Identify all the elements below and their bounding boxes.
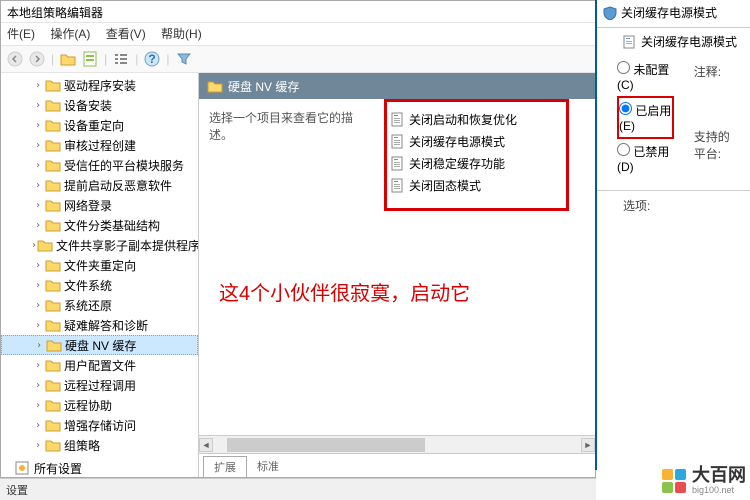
tree-node[interactable]: ›审核过程创建: [1, 135, 198, 155]
tree-node[interactable]: ›设备重定向: [1, 115, 198, 135]
tree-node[interactable]: ›文件系统: [1, 275, 198, 295]
content-tabs: 扩展 标准: [199, 453, 595, 477]
menu-view[interactable]: 查看(V): [106, 27, 146, 41]
radio-option[interactable]: 未配置(C): [617, 57, 678, 96]
doc-icon: [623, 35, 637, 49]
content-description: 选择一个项目来查看它的描述。: [205, 105, 365, 147]
status-bar: 设置: [0, 478, 596, 500]
radio-option[interactable]: 已禁用(D): [617, 139, 678, 178]
logo-text-en: big100.net: [692, 486, 746, 496]
highlighted-items-box: 关闭启动和恢复优化关闭缓存电源模式关闭稳定缓存功能关闭固态模式: [384, 99, 569, 211]
folder-icon[interactable]: [58, 49, 78, 69]
tree-node[interactable]: ›远程过程调用: [1, 375, 198, 395]
logo-squares-icon: [662, 469, 686, 493]
filter-icon[interactable]: [174, 49, 194, 69]
shield-icon: [603, 6, 617, 20]
settings-sheet-icon: [15, 461, 31, 475]
toolbar: | | | ? |: [1, 45, 595, 73]
tree-node[interactable]: ›驱动程序安装: [1, 75, 198, 95]
radio-option[interactable]: 已启用(E): [617, 96, 674, 139]
tree-node[interactable]: ›用户配置文件: [1, 355, 198, 375]
setting-item[interactable]: 关闭启动和恢复优化: [387, 108, 566, 130]
settings-pane: 关闭缓存电源模式 关闭缓存电源模式 未配置(C) 已启用(E) 已禁用(D) 注…: [595, 0, 750, 470]
settings-subtitle: 关闭缓存电源模式: [641, 33, 737, 50]
tree-node[interactable]: ›硬盘 NV 缓存: [1, 335, 198, 355]
window-title: 本地组策略编辑器: [1, 1, 595, 23]
menu-action[interactable]: 操作(A): [50, 27, 90, 41]
tab-extended[interactable]: 扩展: [203, 456, 247, 477]
options-label: 选项:: [597, 197, 750, 214]
settings-options: 未配置(C) 已启用(E) 已禁用(D): [597, 53, 684, 182]
tree-view[interactable]: ›驱动程序安装›设备安装›设备重定向›审核过程创建›受信任的平台模块服务›提前启…: [1, 73, 199, 477]
settings-title: 关闭缓存电源模式: [621, 4, 717, 21]
svg-text:?: ?: [149, 52, 156, 66]
tree-node[interactable]: ›文件夹重定向: [1, 255, 198, 275]
annotation-text: 这4个小伙伴很寂寞，启动它: [219, 277, 470, 306]
site-logo: 大百网 big100.net: [662, 466, 746, 496]
content-header: 硬盘 NV 缓存: [199, 73, 595, 99]
logo-text-cn: 大百网: [692, 466, 746, 486]
tree-node[interactable]: ›组策略: [1, 435, 198, 455]
content-header-title: 硬盘 NV 缓存: [228, 78, 299, 95]
list-icon[interactable]: [111, 49, 131, 69]
tree-node[interactable]: ›文件分类基础结构: [1, 215, 198, 235]
tree-node[interactable]: ›系统还原: [1, 295, 198, 315]
tree-node[interactable]: ›疑难解答和诊断: [1, 315, 198, 335]
tree-node[interactable]: ›提前启动反恶意软件: [1, 175, 198, 195]
tree-node[interactable]: ›文件共享影子副本提供程序: [1, 235, 198, 255]
back-icon[interactable]: [5, 49, 25, 69]
tree-node[interactable]: ›设备安装: [1, 95, 198, 115]
help-icon[interactable]: ?: [142, 49, 162, 69]
tab-standard[interactable]: 标准: [247, 456, 289, 477]
tree-node[interactable]: ›受信任的平台模块服务: [1, 155, 198, 175]
scroll-right-icon[interactable]: ►: [581, 438, 595, 452]
menu-file[interactable]: 件(E): [7, 27, 35, 41]
forward-icon[interactable]: [27, 49, 47, 69]
tree-node[interactable]: ›增强存储访问: [1, 415, 198, 435]
menu-bar: 件(E) 操作(A) 查看(V) 帮助(H): [1, 23, 595, 45]
content-scrollbar[interactable]: ◄ ►: [199, 435, 595, 453]
setting-item[interactable]: 关闭稳定缓存功能: [387, 152, 566, 174]
tree-node[interactable]: ›远程协助: [1, 395, 198, 415]
comment-label: 注释:: [684, 59, 750, 84]
tree-node-all-settings[interactable]: 所有设置: [1, 458, 198, 477]
scroll-left-icon[interactable]: ◄: [199, 438, 213, 452]
report-icon[interactable]: [80, 49, 100, 69]
tree-node[interactable]: ›网络登录: [1, 195, 198, 215]
platform-label: 支持的平台:: [684, 124, 750, 166]
setting-item[interactable]: 关闭缓存电源模式: [387, 130, 566, 152]
menu-help[interactable]: 帮助(H): [161, 27, 202, 41]
setting-item[interactable]: 关闭固态模式: [387, 174, 566, 196]
